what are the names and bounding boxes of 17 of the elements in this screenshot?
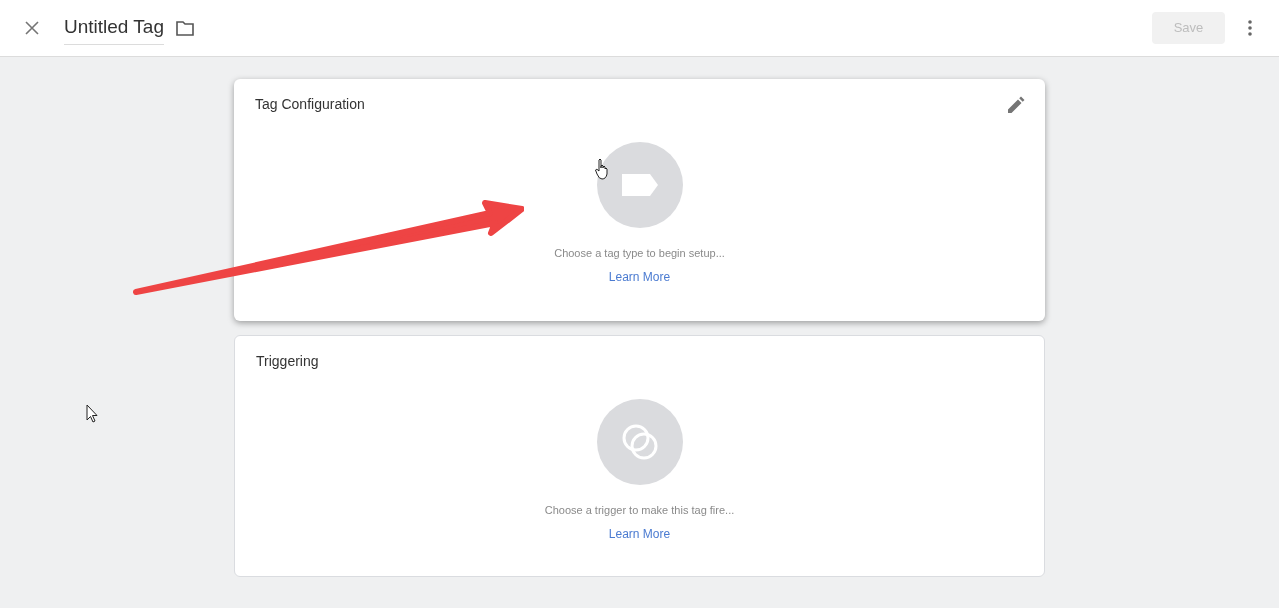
close-icon xyxy=(25,21,39,35)
more-vertical-icon xyxy=(1248,20,1252,36)
tag-icon xyxy=(621,174,658,196)
prompt-text: Choose a tag type to begin setup... xyxy=(554,246,725,261)
edit-pencil-icon[interactable] xyxy=(1008,96,1025,113)
card-title: Triggering xyxy=(256,352,319,371)
folder-icon[interactable] xyxy=(176,20,194,36)
arrow-cursor-icon xyxy=(86,404,98,424)
learn-more-link[interactable]: Learn More xyxy=(608,524,671,543)
setup-card[interactable]: Triggering Choose a trigger to make this tag fire... Learn More xyxy=(234,335,1045,577)
hand-cursor-icon xyxy=(595,158,611,180)
learn-more-link[interactable]: Learn More xyxy=(608,267,671,286)
prompt-text: Choose a trigger to make this tag fire... xyxy=(544,503,735,518)
overlapping-circles-icon xyxy=(620,423,659,461)
tag-name-field[interactable]: Untitled Tag xyxy=(64,11,164,45)
card-title: Tag Configuration xyxy=(255,95,365,114)
setup-card[interactable]: Tag Configuration Choose a tag type to begin setup... Learn More xyxy=(234,79,1045,321)
